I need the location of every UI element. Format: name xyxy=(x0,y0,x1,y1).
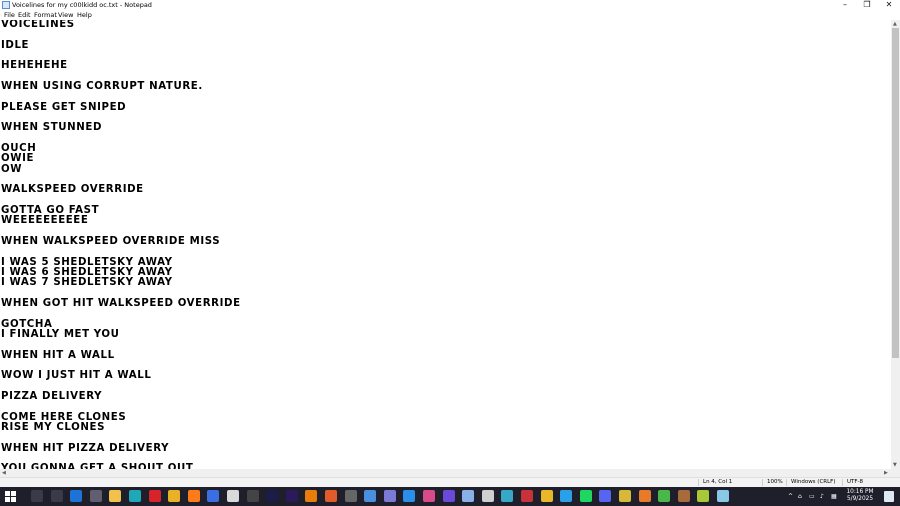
text-line: WOW I JUST HIT A WALL xyxy=(1,370,152,382)
text-line: I FINALLY MET YOU xyxy=(1,328,120,340)
text-line: WHEN STUNNED xyxy=(1,122,103,134)
text-line: WHEN WALKSPEED OVERRIDE MISS xyxy=(1,235,221,247)
start-button[interactable] xyxy=(5,491,16,502)
vertical-scrollbar[interactable]: ▲ ▼ xyxy=(891,20,900,469)
media-icon[interactable] xyxy=(481,490,494,502)
mail-icon[interactable] xyxy=(70,490,83,502)
app-pink-icon[interactable] xyxy=(423,490,435,502)
app-red-icon[interactable] xyxy=(521,490,533,502)
text-line: VOICELINES xyxy=(1,20,75,30)
scroll-up-icon[interactable]: ▲ xyxy=(893,21,897,27)
app-chrome2-icon[interactable] xyxy=(364,490,377,502)
title-bar[interactable]: Voicelines for my c00lkidd oc.txt - Note… xyxy=(0,0,900,10)
spotify-icon[interactable] xyxy=(579,490,592,502)
notepad-icon xyxy=(2,1,10,9)
app-teal-icon[interactable] xyxy=(501,490,514,502)
app-orange-icon[interactable] xyxy=(638,490,651,502)
volume-icon[interactable]: ♪ xyxy=(820,487,824,506)
clock-date: 5/9/2025 xyxy=(846,496,874,502)
close-button[interactable]: ✕ xyxy=(878,0,900,10)
app-purple-icon[interactable] xyxy=(442,490,455,502)
clock[interactable]: 10:16 PM 5/9/2025 xyxy=(840,489,880,503)
text-line: IDLE xyxy=(1,39,30,51)
scroll-down-icon[interactable]: ▼ xyxy=(893,462,897,468)
tray-chevron-icon[interactable]: ^ xyxy=(788,487,793,506)
encoding: UTF-8 xyxy=(847,479,864,485)
text-line: HEHEHEHE xyxy=(1,60,68,72)
app-grid-icon[interactable] xyxy=(462,490,475,502)
status-bar: Ln 4, Col 1 100% Windows (CRLF) UTF-8 xyxy=(0,477,900,487)
file-explorer-icon[interactable] xyxy=(109,490,122,502)
menu-format[interactable]: Format xyxy=(34,10,57,20)
text-line: OW xyxy=(1,163,23,175)
menu-bar: File Edit Format View Help xyxy=(0,10,900,20)
blender-icon[interactable] xyxy=(305,490,318,502)
task-view-icon[interactable] xyxy=(50,490,63,502)
clock-time: 10:16 PM xyxy=(846,489,874,495)
text-line: I WAS 7 SHEDLETSKY AWAY xyxy=(1,277,173,289)
app-green-icon[interactable] xyxy=(658,490,671,502)
text-line: WALKSPEED OVERRIDE xyxy=(1,184,144,196)
app-gold-icon[interactable] xyxy=(619,490,631,502)
discord-icon[interactable] xyxy=(599,490,612,502)
scroll-thumb[interactable] xyxy=(892,28,899,358)
text-line: RISE MY CLONES xyxy=(1,421,106,433)
notepad-icon[interactable] xyxy=(717,490,729,502)
text-line: WHEN HIT A WALL xyxy=(1,349,115,361)
line-ending: Windows (CRLF) xyxy=(791,479,836,485)
network-icon[interactable]: ⌂ xyxy=(798,487,802,506)
horizontal-scrollbar[interactable]: ◀ ▶ xyxy=(0,469,891,477)
app-flame-icon[interactable] xyxy=(325,490,337,502)
keyboard-icon[interactable]: ▦ xyxy=(831,487,837,506)
text-line: WHEN HIT PIZZA DELIVERY xyxy=(1,442,170,454)
roblox-icon[interactable] xyxy=(227,490,239,502)
opera-icon[interactable] xyxy=(148,490,161,502)
maximize-button[interactable]: ❐ xyxy=(856,0,878,10)
text-line: OWIE xyxy=(1,153,35,165)
firefox-icon[interactable] xyxy=(187,490,200,502)
edge-icon[interactable] xyxy=(129,490,141,502)
vscode-icon[interactable] xyxy=(403,490,416,502)
battery-icon[interactable]: ▭ xyxy=(809,487,815,506)
app-grey-icon[interactable] xyxy=(344,490,357,502)
app-editor-icon[interactable] xyxy=(383,490,396,502)
text-line: PLEASE GET SNIPED xyxy=(1,101,127,113)
taskbar: ^ ⌂ ▭ ♪ ▦ 10:16 PM 5/9/2025 xyxy=(0,487,900,506)
chrome-icon[interactable] xyxy=(168,490,181,502)
zoom-level: 100% xyxy=(767,479,783,485)
window-title: Voicelines for my c00lkidd oc.txt - Note… xyxy=(12,1,152,9)
premiere-icon[interactable] xyxy=(285,490,298,502)
app-yellow-icon[interactable] xyxy=(540,490,553,502)
minimize-button[interactable]: – xyxy=(834,0,856,10)
text-line: WEEEEEEEEEE xyxy=(1,215,89,227)
app-lime-icon[interactable] xyxy=(697,490,710,502)
search-icon[interactable] xyxy=(31,490,43,502)
text-line: PIZZA DELIVERY xyxy=(1,390,103,402)
scrollbar-corner xyxy=(891,469,900,477)
app-dark-icon[interactable] xyxy=(246,490,259,502)
text-editor[interactable]: VOICELINES IDLE HEHEHEHE WHEN USING CORRUPT… xyxy=(0,20,891,469)
app-brown-icon[interactable] xyxy=(677,490,690,502)
menu-file[interactable]: File xyxy=(4,10,15,20)
scroll-right-icon[interactable]: ▶ xyxy=(884,470,888,476)
text-line: WHEN USING CORRUPT NATURE. xyxy=(1,80,203,92)
notification-icon[interactable] xyxy=(884,491,894,502)
animate-icon[interactable] xyxy=(266,490,279,502)
app-blue-icon[interactable] xyxy=(207,490,220,502)
menu-help[interactable]: Help xyxy=(77,10,92,20)
menu-edit[interactable]: Edit xyxy=(18,10,31,20)
menu-view[interactable]: View xyxy=(58,10,73,20)
store-icon[interactable] xyxy=(89,490,102,502)
text-line: WHEN GOT HIT WALKSPEED OVERRIDE xyxy=(1,297,241,309)
app-blue2-icon[interactable] xyxy=(560,490,573,502)
cursor-position: Ln 4, Col 1 xyxy=(703,479,733,485)
scroll-left-icon[interactable]: ◀ xyxy=(2,470,6,476)
